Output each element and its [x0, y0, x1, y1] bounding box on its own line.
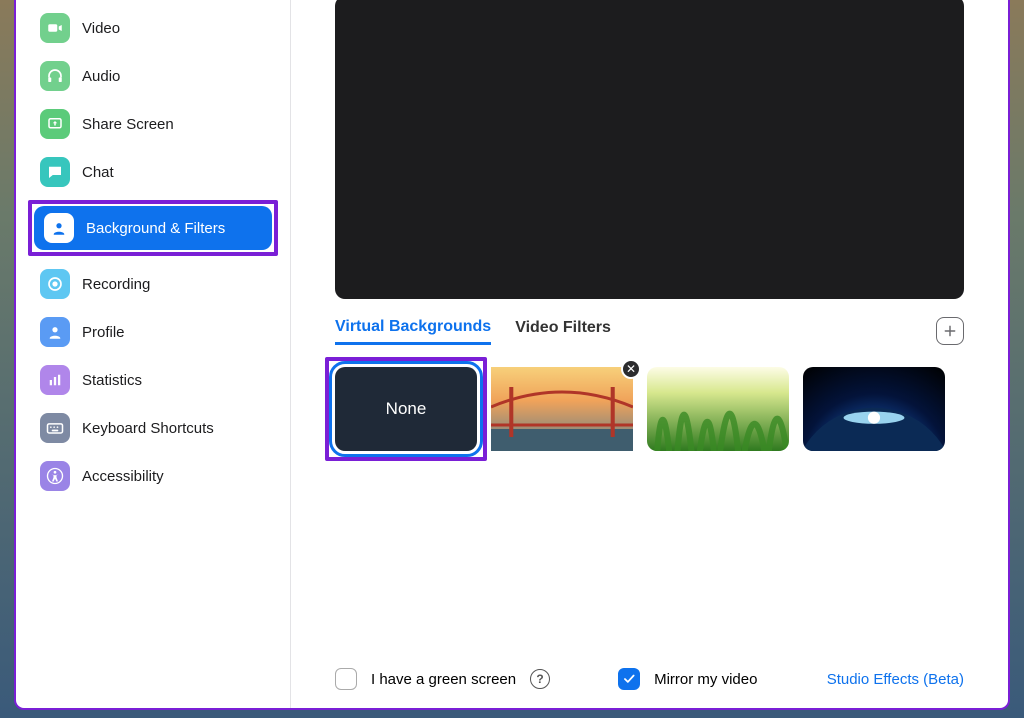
share-screen-icon — [40, 109, 70, 139]
sidebar-item-label: Background & Filters — [86, 220, 225, 237]
chat-icon — [40, 157, 70, 187]
green-screen-label: I have a green screen — [371, 671, 516, 688]
settings-window: Video Audio Share Screen Chat — [14, 0, 1010, 710]
tabs-row: Virtual Backgrounds Video Filters — [335, 317, 964, 345]
sidebar-item-keyboard-shortcuts[interactable]: Keyboard Shortcuts — [30, 406, 276, 450]
remove-bg-icon[interactable]: ✕ — [621, 359, 641, 379]
sidebar-item-label: Audio — [82, 68, 120, 85]
sidebar-item-accessibility[interactable]: Accessibility — [30, 454, 276, 498]
tab-video-filters[interactable]: Video Filters — [515, 319, 611, 343]
sidebar-item-label: Accessibility — [82, 468, 164, 485]
sidebar-item-recording[interactable]: Recording — [30, 262, 276, 306]
sidebar-item-share-screen[interactable]: Share Screen — [30, 102, 276, 146]
sidebar-item-video[interactable]: Video — [30, 6, 276, 50]
footer-row: I have a green screen ? Mirror my video … — [335, 668, 964, 690]
sidebar-item-label: Profile — [82, 324, 125, 341]
bg-option-none[interactable]: None — [335, 367, 477, 451]
green-screen-checkbox[interactable] — [335, 668, 357, 690]
record-icon — [40, 269, 70, 299]
sidebar-item-background-filters[interactable]: Background & Filters — [34, 206, 272, 250]
help-icon[interactable]: ? — [530, 669, 550, 689]
sidebar-item-label: Chat — [82, 164, 114, 181]
bg-option-earth[interactable] — [803, 367, 945, 451]
backgrounds-grid: None ✕ — [335, 367, 964, 451]
sidebar-item-label: Share Screen — [82, 116, 174, 133]
sidebar-item-label: Statistics — [82, 372, 142, 389]
mirror-video-label: Mirror my video — [654, 671, 757, 688]
sidebar-item-label: Keyboard Shortcuts — [82, 420, 214, 437]
video-preview — [335, 0, 964, 299]
bg-option-golden-gate[interactable]: ✕ — [491, 367, 633, 451]
settings-content: Virtual Backgrounds Video Filters None — [291, 0, 1008, 708]
sidebar-item-profile[interactable]: Profile — [30, 310, 276, 354]
add-background-button[interactable] — [936, 317, 964, 345]
video-icon — [40, 13, 70, 43]
sidebar-item-audio[interactable]: Audio — [30, 54, 276, 98]
highlight-box-bg-none: None — [325, 357, 487, 461]
profile-icon — [40, 317, 70, 347]
bg-option-grass[interactable] — [647, 367, 789, 451]
settings-sidebar: Video Audio Share Screen Chat — [16, 0, 291, 708]
sidebar-item-label: Video — [82, 20, 120, 37]
person-square-icon — [44, 213, 74, 243]
studio-effects-link[interactable]: Studio Effects (Beta) — [827, 671, 964, 688]
accessibility-icon — [40, 461, 70, 491]
highlight-box-background-filters: Background & Filters — [28, 200, 278, 256]
mirror-video-checkbox[interactable] — [618, 668, 640, 690]
sidebar-item-chat[interactable]: Chat — [30, 150, 276, 194]
sidebar-item-statistics[interactable]: Statistics — [30, 358, 276, 402]
headphones-icon — [40, 61, 70, 91]
keyboard-icon — [40, 413, 70, 443]
bg-none-label: None — [386, 399, 427, 419]
stats-icon — [40, 365, 70, 395]
tab-virtual-backgrounds[interactable]: Virtual Backgrounds — [335, 318, 491, 345]
sidebar-item-label: Recording — [82, 276, 150, 293]
